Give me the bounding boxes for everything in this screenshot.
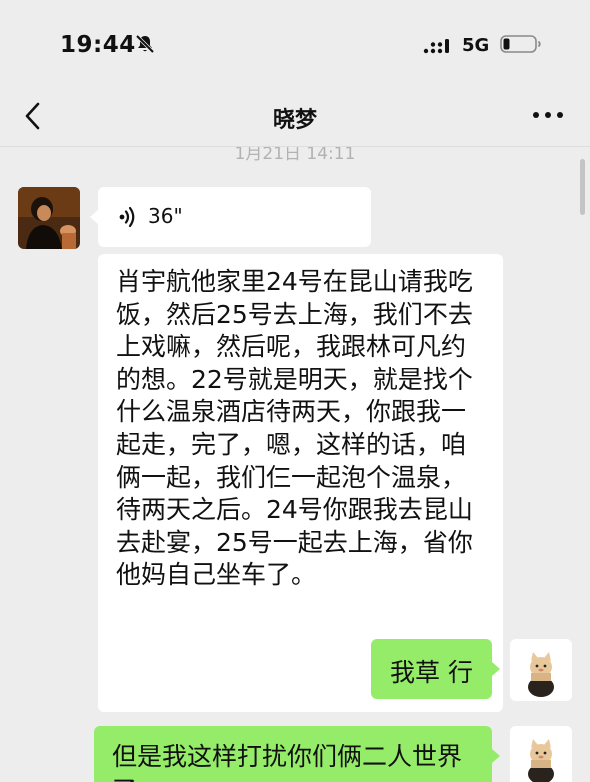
message-text: 但是我这样打扰你们俩二人世界了 (112, 742, 463, 782)
voice-wave-icon (119, 206, 135, 228)
cat-figurine-icon (510, 639, 572, 701)
message-text: 我草 行 (390, 658, 473, 687)
bubble-tail (492, 749, 500, 763)
bell-muted-icon (135, 34, 155, 54)
signal-icon (423, 39, 449, 54)
bubble-tail (90, 210, 98, 224)
cat-figurine-icon (510, 726, 572, 782)
person-portrait-icon (18, 187, 80, 249)
chat-title: 晓梦 (272, 108, 317, 133)
voice-message-bubble[interactable]: 36" (90, 187, 371, 247)
scrollbar[interactable] (580, 159, 585, 215)
voice-duration: 36" (148, 204, 183, 228)
message-text: 肖宇航他家里24号在昆山请我吃饭，然后25号去上海，我们不去上戏嘛，然后呢，我跟… (116, 267, 473, 590)
status-time: 19:44 (60, 32, 136, 58)
chat-message-list[interactable]: 1月21日 14:11 36" 肖宇航他家里24号在昆山请我吃饭，然后25号去上… (0, 147, 590, 782)
my-message-bubble[interactable]: 我草 行 (371, 639, 500, 699)
battery-icon (500, 35, 541, 53)
network-label: 5G (462, 35, 490, 56)
chat-header: 晓梦 (0, 88, 590, 147)
my-avatar[interactable] (510, 726, 572, 782)
my-avatar[interactable] (510, 639, 572, 701)
status-bar: 19:44 5G (0, 0, 590, 90)
more-icon[interactable] (532, 110, 564, 120)
my-message-bubble[interactable]: 但是我这样打扰你们俩二人世界了 (94, 726, 500, 782)
contact-avatar[interactable] (18, 187, 80, 249)
bubble-tail (492, 662, 500, 676)
message-timestamp: 1月21日 14:11 (234, 147, 356, 164)
